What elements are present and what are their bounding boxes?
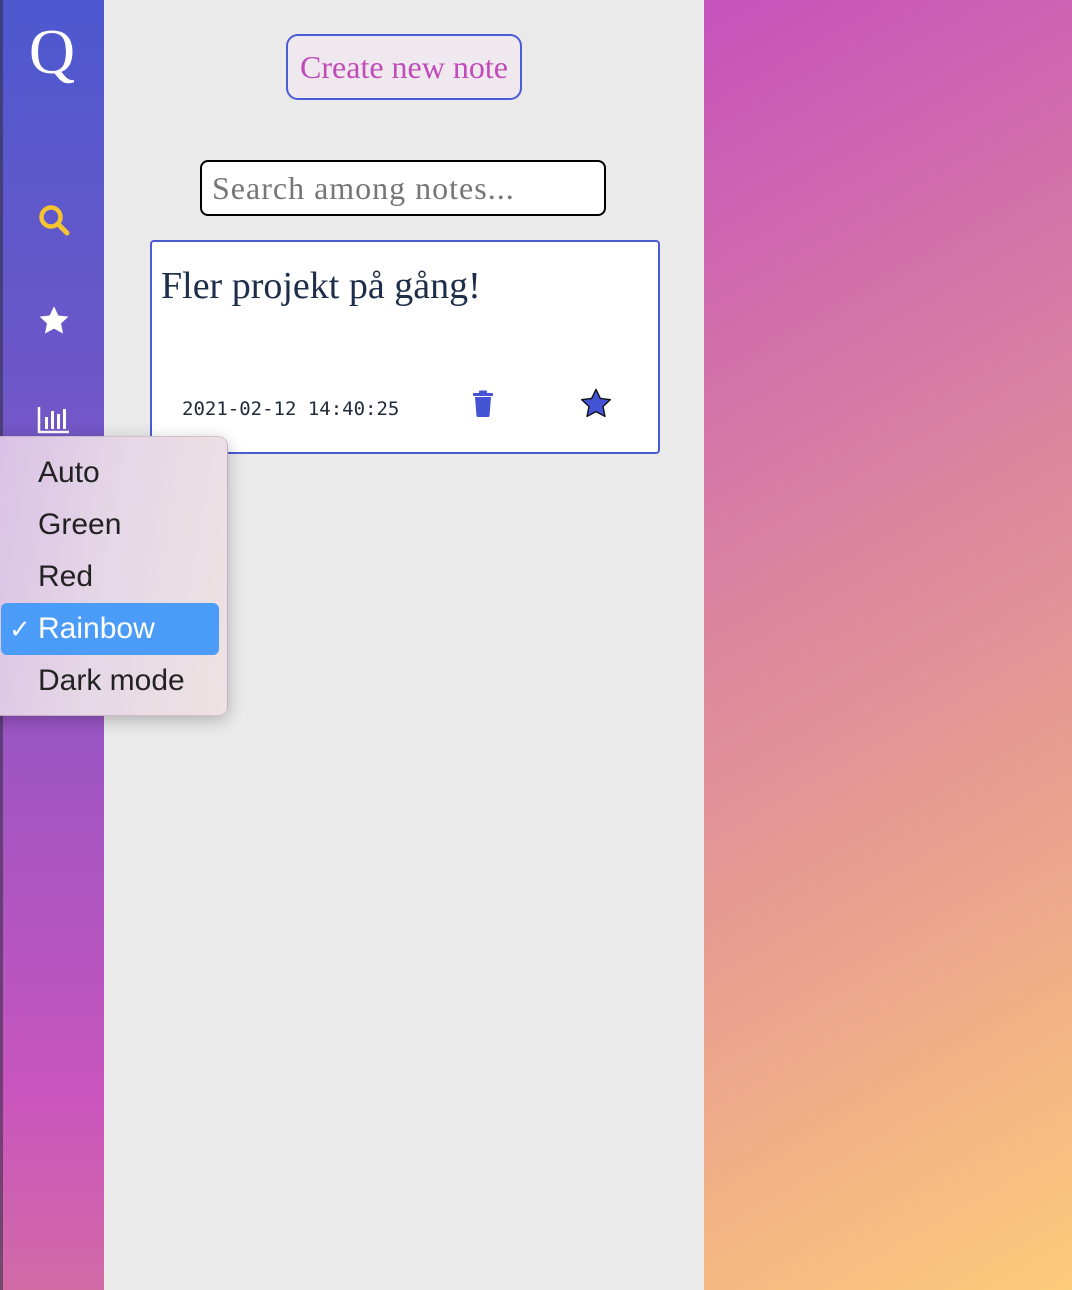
favorite-note-button[interactable] xyxy=(578,386,614,427)
checkmark-icon: ✓ xyxy=(9,614,31,644)
star-icon xyxy=(39,306,69,334)
note-title: Fler projekt på gång! xyxy=(161,265,481,307)
delete-note-button[interactable] xyxy=(472,390,494,423)
search-input[interactable] xyxy=(200,160,606,216)
theme-option-dark-mode[interactable]: Dark mode xyxy=(1,655,219,707)
trash-icon xyxy=(473,390,493,417)
star-icon xyxy=(580,388,612,418)
theme-option-rainbow[interactable]: ✓ Rainbow xyxy=(1,603,219,655)
app-logo[interactable]: Q xyxy=(0,14,104,90)
sidebar-item-favorites[interactable] xyxy=(34,301,74,341)
sidebar-item-statistics[interactable] xyxy=(34,400,74,440)
theme-option-label: Rainbow xyxy=(38,612,155,645)
note-card[interactable]: Fler projekt på gång! 2021-02-12 14:40:2… xyxy=(150,240,660,454)
note-timestamp: 2021-02-12 14:40:25 xyxy=(182,398,400,420)
theme-option-green[interactable]: Green xyxy=(1,499,219,551)
theme-dropdown-menu: Auto Green Red ✓ Rainbow Dark mode xyxy=(0,436,228,716)
theme-option-red[interactable]: Red xyxy=(1,551,219,603)
bar-chart-icon xyxy=(37,407,69,434)
search-icon xyxy=(39,205,70,236)
sidebar-item-search[interactable] xyxy=(34,200,74,240)
theme-option-auto[interactable]: Auto xyxy=(1,447,219,499)
create-note-button[interactable]: Create new note xyxy=(286,34,522,100)
